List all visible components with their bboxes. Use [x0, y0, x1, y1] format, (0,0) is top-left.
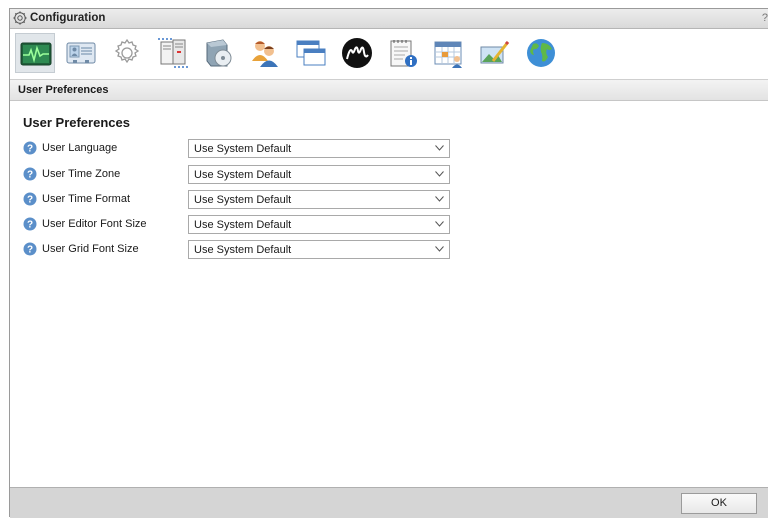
chevron-down-icon — [435, 145, 444, 151]
notepad-info-icon — [390, 40, 417, 67]
gear-icon — [13, 11, 27, 25]
toolbar-system-monitor-button[interactable] — [15, 33, 55, 73]
help-icon[interactable]: ? — [23, 141, 37, 155]
user-language-row: ? User Language Use System Default — [23, 139, 463, 159]
chevron-down-icon — [435, 246, 444, 252]
svg-text:?: ? — [27, 170, 33, 181]
chevron-down-icon — [435, 221, 444, 227]
help-icon[interactable]: ? — [23, 217, 37, 231]
ok-button[interactable]: OK — [681, 493, 757, 514]
section-header-title: User Preferences — [18, 84, 109, 96]
user-time-zone-label: User Time Zone — [42, 168, 121, 180]
software-box-icon — [206, 39, 232, 67]
toolbar-settings-button[interactable] — [107, 33, 147, 73]
user-language-label: User Language — [42, 142, 118, 154]
toolbar — [10, 29, 768, 85]
help-button[interactable]: ? — [762, 12, 768, 24]
user-time-format-select[interactable]: Use System Default — [188, 190, 450, 209]
title-bar: Configuration ? — [10, 9, 768, 29]
help-icon[interactable]: ? — [23, 167, 37, 181]
toolbar-notes-button[interactable] — [383, 33, 423, 73]
toolbar-user-card-button[interactable] — [61, 33, 101, 73]
user-grid-font-size-label: User Grid Font Size — [42, 243, 139, 255]
user-editor-font-size-select[interactable]: Use System Default — [188, 215, 450, 234]
section-header: User Preferences — [10, 79, 768, 101]
form-title: User Preferences — [23, 115, 130, 130]
calendar-user-icon — [434, 41, 462, 68]
toolbar-software-button[interactable] — [199, 33, 239, 73]
help-icon[interactable]: ? — [23, 242, 37, 256]
svg-text:?: ? — [27, 144, 33, 155]
user-editor-font-size-row: ? User Editor Font Size Use System Defau… — [23, 215, 463, 235]
toolbar-users-button[interactable] — [245, 33, 285, 73]
toolbar-globe-button[interactable] — [521, 33, 561, 73]
image-edit-icon — [480, 40, 510, 64]
toolbar-server-button[interactable] — [153, 33, 193, 73]
bottom-bar: OK — [10, 487, 768, 518]
user-grid-font-size-row: ? User Grid Font Size Use System Default — [23, 240, 463, 260]
system-monitor-icon — [20, 42, 52, 66]
window-title: Configuration — [30, 12, 106, 24]
user-time-zone-select[interactable]: Use System Default — [188, 165, 450, 184]
svg-text:?: ? — [27, 220, 33, 231]
chevron-down-icon — [435, 196, 444, 202]
user-grid-font-size-value: Use System Default — [194, 244, 292, 256]
toolbar-calendar-button[interactable] — [429, 33, 469, 73]
toolbar-windows-button[interactable] — [291, 33, 331, 73]
svg-text:?: ? — [27, 245, 33, 256]
configuration-window: Configuration ? User Preferences User Pr… — [9, 8, 768, 518]
windows-icon — [296, 40, 326, 66]
user-time-format-label: User Time Format — [42, 193, 131, 205]
users-icon — [252, 41, 278, 67]
gear-icon — [114, 38, 140, 64]
user-editor-font-size-value: Use System Default — [194, 219, 292, 231]
user-card-icon — [66, 42, 96, 64]
toolbar-image-edit-button[interactable] — [475, 33, 515, 73]
help-icon[interactable]: ? — [23, 192, 37, 206]
m-logo-icon — [342, 38, 372, 68]
globe-icon — [527, 39, 555, 67]
user-editor-font-size-label: User Editor Font Size — [42, 218, 147, 230]
user-language-select[interactable]: Use System Default — [188, 139, 450, 158]
user-grid-font-size-select[interactable]: Use System Default — [188, 240, 450, 259]
user-time-format-row: ? User Time Format Use System Default — [23, 190, 463, 210]
svg-text:?: ? — [27, 195, 33, 206]
user-language-value: Use System Default — [194, 143, 292, 155]
toolbar-m-logo-button[interactable] — [337, 33, 377, 73]
user-time-format-value: Use System Default — [194, 194, 292, 206]
user-time-zone-value: Use System Default — [194, 169, 292, 181]
chevron-down-icon — [435, 171, 444, 177]
user-time-zone-row: ? User Time Zone Use System Default — [23, 165, 463, 185]
user-preferences-panel: User Preferences ? User Language Use Sys… — [10, 101, 768, 487]
server-icon — [158, 38, 188, 68]
